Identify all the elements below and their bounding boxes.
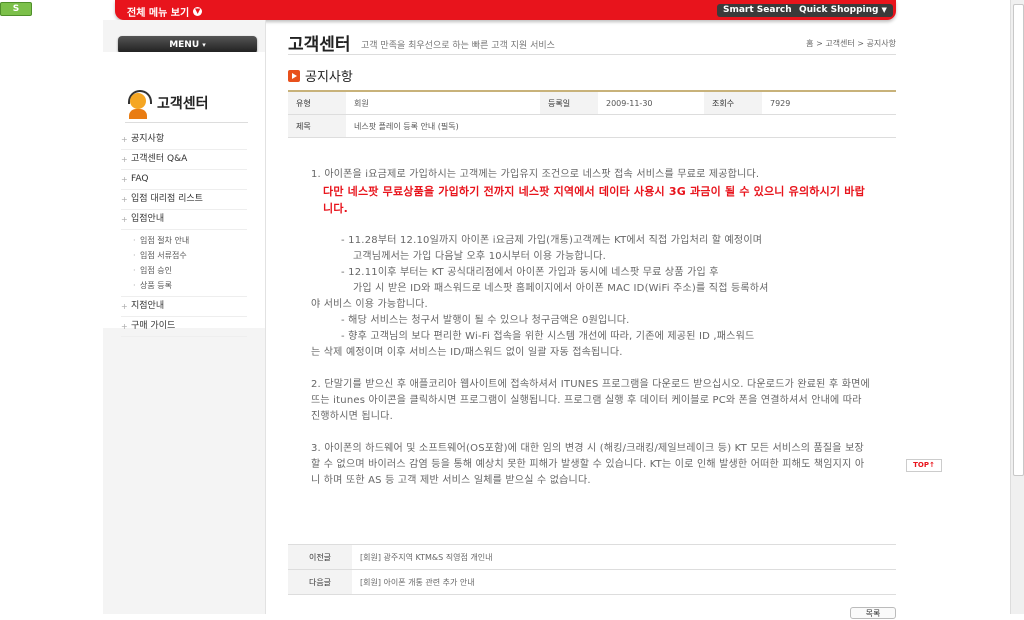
- next-label: 다음글: [288, 569, 352, 595]
- sidebar-subitem[interactable]: 입점 절차 안내: [133, 233, 247, 248]
- date-label: 등록일: [540, 91, 598, 115]
- sidebar-item-faq[interactable]: FAQ: [121, 170, 247, 190]
- all-menu-button[interactable]: 전체 메뉴 보기 ▼: [127, 4, 203, 19]
- sidebar-title: 고객센터: [125, 84, 248, 123]
- arrow-up-icon: ↑: [928, 461, 935, 469]
- date-value: 2009-11-30: [598, 91, 704, 115]
- all-menu-label: 전체 메뉴 보기: [127, 8, 190, 19]
- scrollbar-thumb[interactable]: [1013, 4, 1024, 476]
- bullet-line: - 향후 고객님의 보다 편리한 Wi-Fi 접속을 위한 시스템 개선에 따라…: [341, 331, 755, 342]
- paragraph: 2. 단말기를 받으신 후 애플코리아 웹사이트에 접속하셔서 ITUNES 프…: [311, 379, 870, 422]
- views-value: 7929: [762, 91, 896, 115]
- subject-value: 네스팟 플레이 등록 안내 (필독): [346, 114, 896, 138]
- warning-text: 다만 네스팟 무료상품을 가입하기 전까지 네스팟 지역에서 데이타 사용시 3…: [323, 185, 865, 215]
- type-value: 회원: [346, 91, 540, 115]
- bullet-line: 가입 시 받은 ID와 패스워드로 네스팟 홈페이지에서 아이폰 MAC ID(…: [353, 283, 769, 294]
- sidebar-item-notice[interactable]: 공지사항: [121, 130, 247, 150]
- page-title: 고객센터: [288, 35, 351, 55]
- divider: [288, 54, 896, 55]
- sidebar-item-qna[interactable]: 고객센터 Q&A: [121, 150, 247, 170]
- prev-post-link[interactable]: [회원] 광주지역 KTM&S 직영점 개인내: [352, 544, 896, 570]
- quick-shopping-label: Quick Shopping: [799, 5, 879, 15]
- notice-body: 1. 아이폰을 i요금제로 가입하시는 고객께는 가입유지 조건으로 네스팟 접…: [311, 167, 871, 489]
- bullet-line: 고객님께서는 가입 다음날 오후 10시부터 이용 가능합니다.: [353, 251, 606, 262]
- sidebar-menu: 공지사항 고객센터 Q&A FAQ 입점 대리점 리스트 입점안내 입점 절차 …: [121, 130, 247, 337]
- chevron-down-icon: ▼: [193, 7, 203, 16]
- section-title-text: 공지사항: [305, 70, 353, 85]
- page-wrapper: 전체 메뉴 보기 ▼ Smart Search▼ Quick Shopping▼…: [103, 0, 896, 614]
- left-sidebar: MENU ▾ 고객센터 공지사항 고객센터 Q&A FAQ 입점 대리점 리스트…: [103, 20, 266, 614]
- section-title: 공지사항: [288, 66, 353, 85]
- bullet-line: - 12.11이후 부터는 KT 공식대리점에서 아이폰 가입과 동시에 네스팟…: [341, 267, 719, 278]
- subject-label: 제목: [288, 114, 346, 138]
- bullet-line: 는 삭제 예정이며 이후 서비스는 ID/패스워드 없이 일괄 자동 접속됩니다…: [311, 347, 623, 358]
- next-post-link[interactable]: [회원] 아이폰 개통 관련 추가 안내: [352, 569, 896, 595]
- bullet-line: - 11.28부터 12.10일까지 아이폰 i요금제 가입(개통)고객께는 K…: [341, 235, 763, 246]
- chevron-down-icon: ▼: [881, 6, 887, 14]
- notice-header-table: 유형 회원 등록일 2009-11-30 조회수 7929 제목 네스팟 플레이…: [288, 90, 896, 138]
- sidebar-item-entry-guide[interactable]: 입점안내: [121, 210, 247, 230]
- type-label: 유형: [288, 91, 346, 115]
- top-bar: 전체 메뉴 보기 ▼ Smart Search▼ Quick Shopping▼: [115, 0, 896, 20]
- page-subtitle: 고객 만족을 최우선으로 하는 빠른 고객 지원 서비스: [361, 41, 555, 51]
- headset-agent-icon: [125, 87, 152, 119]
- sidebar-subitem[interactable]: 입점 서류접수: [133, 248, 247, 263]
- smart-search-label: Smart Search: [723, 5, 792, 15]
- sidebar-item-buying-guide[interactable]: 구매 가이드: [121, 317, 247, 337]
- sidebar-item-dealer-list[interactable]: 입점 대리점 리스트: [121, 190, 247, 210]
- scrollbar[interactable]: [1010, 0, 1024, 614]
- back-to-top-button[interactable]: TOP↑: [906, 459, 942, 472]
- back-to-top-label: TOP: [913, 461, 929, 469]
- list-button[interactable]: 목록: [850, 607, 896, 619]
- sidebar-title-text: 고객센터: [157, 96, 209, 112]
- sidebar-submenu: 입점 절차 안내 입점 서류접수 입점 승인 상품 등록: [121, 230, 247, 297]
- chevron-down-icon: ▾: [202, 41, 206, 49]
- views-label: 조회수: [704, 91, 762, 115]
- bullet-line: - 해당 서비스는 청구서 발행이 될 수 있으나 청구금액은 0원입니다.: [341, 315, 630, 326]
- menu-button-label: MENU: [169, 40, 200, 50]
- sidebar-item-branch[interactable]: 지점안내: [121, 297, 247, 317]
- sidebar-subitem[interactable]: 입점 승인: [133, 263, 247, 278]
- status-badge: S: [0, 2, 32, 16]
- sidebar-subitem[interactable]: 상품 등록: [133, 278, 247, 293]
- prev-next-table: 이전글 [회원] 광주지역 KTM&S 직영점 개인내 다음글 [회원] 아이폰…: [288, 544, 896, 595]
- paragraph: 1. 아이폰을 i요금제로 가입하시는 고객께는 가입유지 조건으로 네스팟 접…: [311, 169, 760, 180]
- breadcrumb: 홈 > 고객센터 > 공지사항: [806, 39, 896, 48]
- arrow-right-icon: [288, 69, 300, 82]
- bullet-line: 야 서비스 이용 가능합니다.: [311, 299, 428, 310]
- prev-label: 이전글: [288, 544, 352, 570]
- quick-shopping-button[interactable]: Quick Shopping ▼: [793, 4, 893, 17]
- paragraph: 3. 아이폰의 하드웨어 및 소프트웨어(OS포함)에 대한 임의 변경 시 (…: [311, 443, 865, 486]
- main-content: 고객센터 고객 만족을 최우선으로 하는 빠른 고객 지원 서비스 홈 > 고객…: [288, 30, 896, 614]
